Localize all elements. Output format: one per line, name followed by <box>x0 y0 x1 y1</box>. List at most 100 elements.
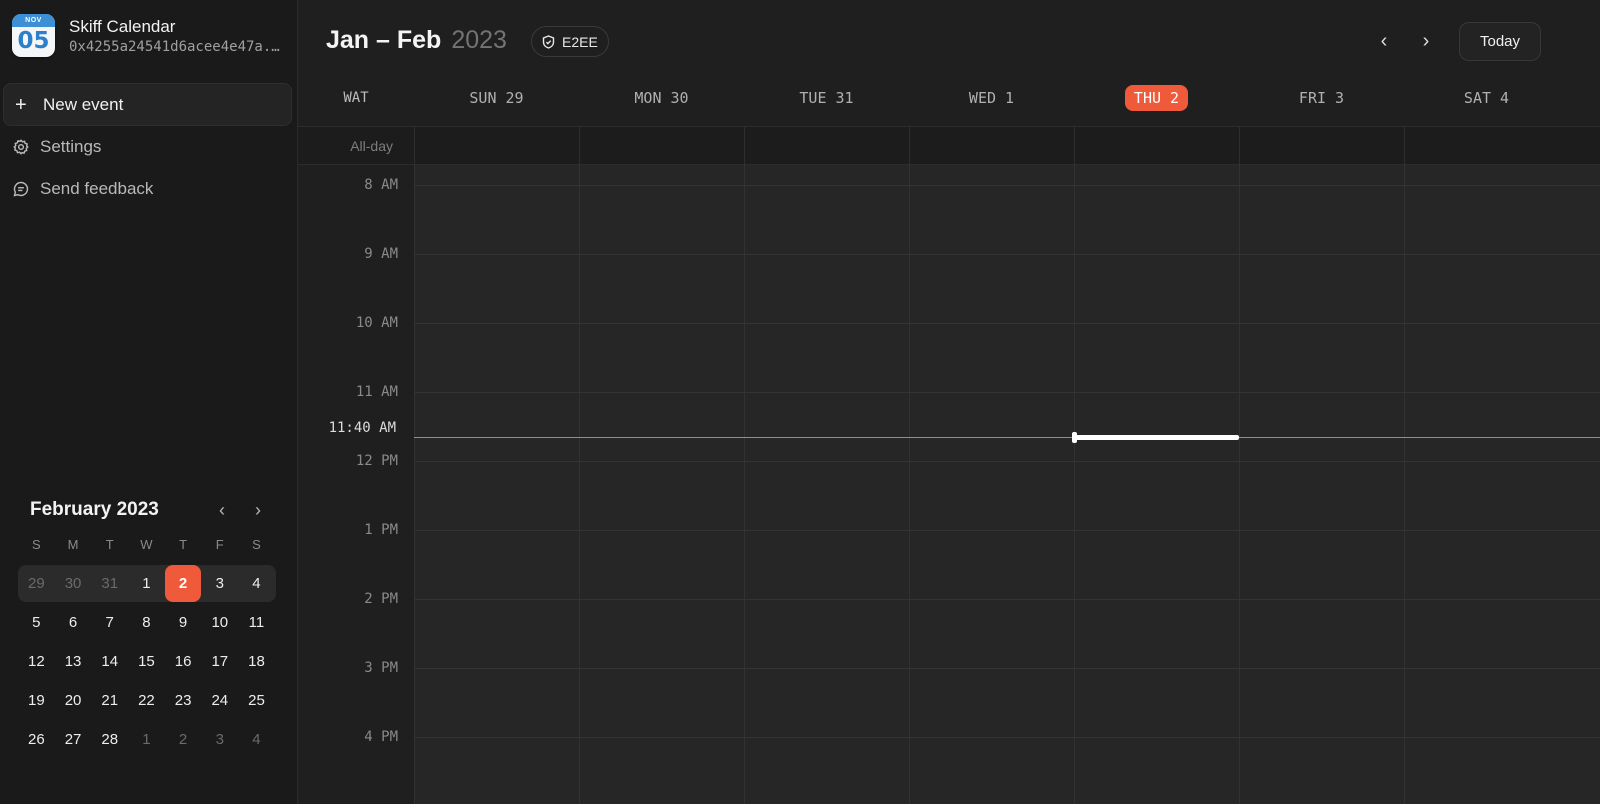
mini-calendar-day[interactable]: 26 <box>18 721 55 758</box>
app-name: Skiff Calendar <box>69 16 176 36</box>
all-day-cell[interactable] <box>1074 127 1239 165</box>
hour-gridline <box>414 392 1600 393</box>
day-header[interactable]: WED 1 <box>909 80 1074 116</box>
gear-icon <box>13 139 29 155</box>
mini-calendar-day[interactable]: 21 <box>91 682 128 719</box>
mini-calendar-day[interactable]: 3 <box>201 565 238 602</box>
mini-calendar-day[interactable]: 14 <box>91 643 128 680</box>
mini-calendar-day[interactable]: 2 <box>165 721 202 758</box>
mini-calendar-day[interactable]: 11 <box>238 604 275 641</box>
new-event-button[interactable]: + New event <box>3 83 292 126</box>
mini-calendar-day[interactable]: 13 <box>55 643 92 680</box>
mini-calendar-day[interactable]: 15 <box>128 643 165 680</box>
day-header[interactable]: MON 30 <box>579 80 744 116</box>
mini-prev-month-button[interactable]: ‹ <box>204 500 240 521</box>
day-column[interactable] <box>1404 165 1600 804</box>
mini-calendar-week: 29 30 31 1 2 3 4 <box>18 565 276 602</box>
hour-gridline <box>414 530 1600 531</box>
hour-label: 1 PM <box>364 522 398 538</box>
day-column[interactable] <box>1074 165 1239 804</box>
hour-label: 9 AM <box>364 246 398 262</box>
mini-calendar-day[interactable]: 8 <box>128 604 165 641</box>
day-header-label: TUE 31 <box>799 89 854 107</box>
all-day-row: All-day <box>298 127 1600 165</box>
mini-calendar-day[interactable]: 16 <box>165 643 202 680</box>
mini-calendar-day[interactable]: 31 <box>91 565 128 602</box>
current-time-today-marker <box>1075 435 1239 440</box>
today-button[interactable]: Today <box>1459 22 1541 61</box>
weekday-label: M <box>67 537 79 552</box>
day-header[interactable]: TUE 31 <box>744 80 909 116</box>
time-grid: 8 AM 9 AM 10 AM 11 AM 12 PM 1 PM 2 PM 3 PM 4 PM … <box>298 165 1600 804</box>
all-day-cell[interactable] <box>1239 127 1404 165</box>
mini-calendar-day[interactable]: 22 <box>128 682 165 719</box>
mini-calendar-week: 12 13 14 15 16 17 18 <box>18 643 276 680</box>
column-divider <box>414 165 415 804</box>
e2ee-label: E2EE <box>562 33 598 50</box>
mini-calendar-day[interactable]: 23 <box>165 682 202 719</box>
mini-calendar-day[interactable]: 4 <box>238 565 275 602</box>
day-column[interactable] <box>414 165 579 804</box>
all-day-cell[interactable] <box>1404 127 1600 165</box>
page-title: Jan – Feb 2023 <box>326 26 507 55</box>
mini-calendar-day[interactable]: 17 <box>201 643 238 680</box>
all-day-label: All-day <box>350 138 393 154</box>
mini-calendar-header: February 2023 ‹ › <box>18 495 276 525</box>
current-time-dot <box>1072 432 1077 443</box>
mini-calendar-day[interactable]: 10 <box>201 604 238 641</box>
day-header-today[interactable]: THU 2 <box>1074 80 1239 116</box>
hour-label: 2 PM <box>364 591 398 607</box>
mini-calendar-day[interactable]: 30 <box>55 565 92 602</box>
next-week-button[interactable]: › <box>1411 27 1441 57</box>
mini-calendar-day[interactable]: 28 <box>91 721 128 758</box>
mini-calendar-day[interactable]: 19 <box>18 682 55 719</box>
mini-calendar-day[interactable]: 3 <box>201 721 238 758</box>
hour-gridline <box>414 185 1600 186</box>
time-gutter: 8 AM 9 AM 10 AM 11 AM 12 PM 1 PM 2 PM 3 PM 4 PM <box>298 165 414 804</box>
mini-calendar-day[interactable]: 9 <box>165 604 202 641</box>
chat-bubble-icon <box>13 181 29 197</box>
send-feedback-button[interactable]: Send feedback <box>12 179 153 199</box>
weekday-label: W <box>140 537 153 552</box>
settings-button[interactable]: Settings <box>12 137 101 157</box>
day-header[interactable]: SAT 4 <box>1404 80 1569 116</box>
mini-next-month-button[interactable]: › <box>240 500 276 521</box>
column-divider <box>909 165 910 804</box>
mini-calendar-day[interactable]: 27 <box>55 721 92 758</box>
week-grid <box>414 165 1600 804</box>
e2ee-badge[interactable]: E2EE <box>531 26 609 57</box>
day-column[interactable] <box>744 165 909 804</box>
day-header[interactable]: FRI 3 <box>1239 80 1404 116</box>
hour-gridline <box>414 668 1600 669</box>
all-day-cell[interactable] <box>909 127 1074 165</box>
day-header[interactable]: SUN 29 <box>414 80 579 116</box>
account-info[interactable]: Skiff Calendar 0x4255a24541d6acee4e47a..… <box>69 16 284 56</box>
mini-calendar-day[interactable]: 4 <box>238 721 275 758</box>
mini-calendar-day[interactable]: 20 <box>55 682 92 719</box>
column-divider <box>1239 165 1240 804</box>
all-day-cell[interactable] <box>744 127 909 165</box>
sidebar: NOV 05 Skiff Calendar 0x4255a24541d6acee… <box>0 0 298 804</box>
mini-weekday-row: S M T W T F S <box>18 535 276 555</box>
mini-calendar-day[interactable]: 7 <box>91 604 128 641</box>
day-column[interactable] <box>579 165 744 804</box>
day-header-label: FRI 3 <box>1298 89 1345 107</box>
previous-week-button[interactable]: ‹ <box>1369 27 1399 57</box>
all-day-cell[interactable] <box>579 127 744 165</box>
mini-calendar-day-selected[interactable]: 2 <box>164 565 202 602</box>
mini-calendar-day[interactable]: 6 <box>55 604 92 641</box>
mini-calendar-day[interactable]: 29 <box>18 565 55 602</box>
mini-calendar-day[interactable]: 5 <box>18 604 55 641</box>
plus-icon: + <box>15 93 27 116</box>
mini-calendar-day[interactable]: 1 <box>128 721 165 758</box>
mini-calendar-day[interactable]: 24 <box>201 682 238 719</box>
mini-calendar-day[interactable]: 1 <box>128 565 165 602</box>
all-day-cell[interactable] <box>414 127 579 165</box>
day-column[interactable] <box>909 165 1074 804</box>
day-column[interactable] <box>1239 165 1404 804</box>
mini-calendar-day[interactable]: 12 <box>18 643 55 680</box>
logo-day: 05 <box>17 28 50 54</box>
mini-calendar-day[interactable]: 25 <box>238 682 275 719</box>
mini-calendar-day[interactable]: 18 <box>238 643 275 680</box>
weekday-label: T <box>179 537 188 552</box>
